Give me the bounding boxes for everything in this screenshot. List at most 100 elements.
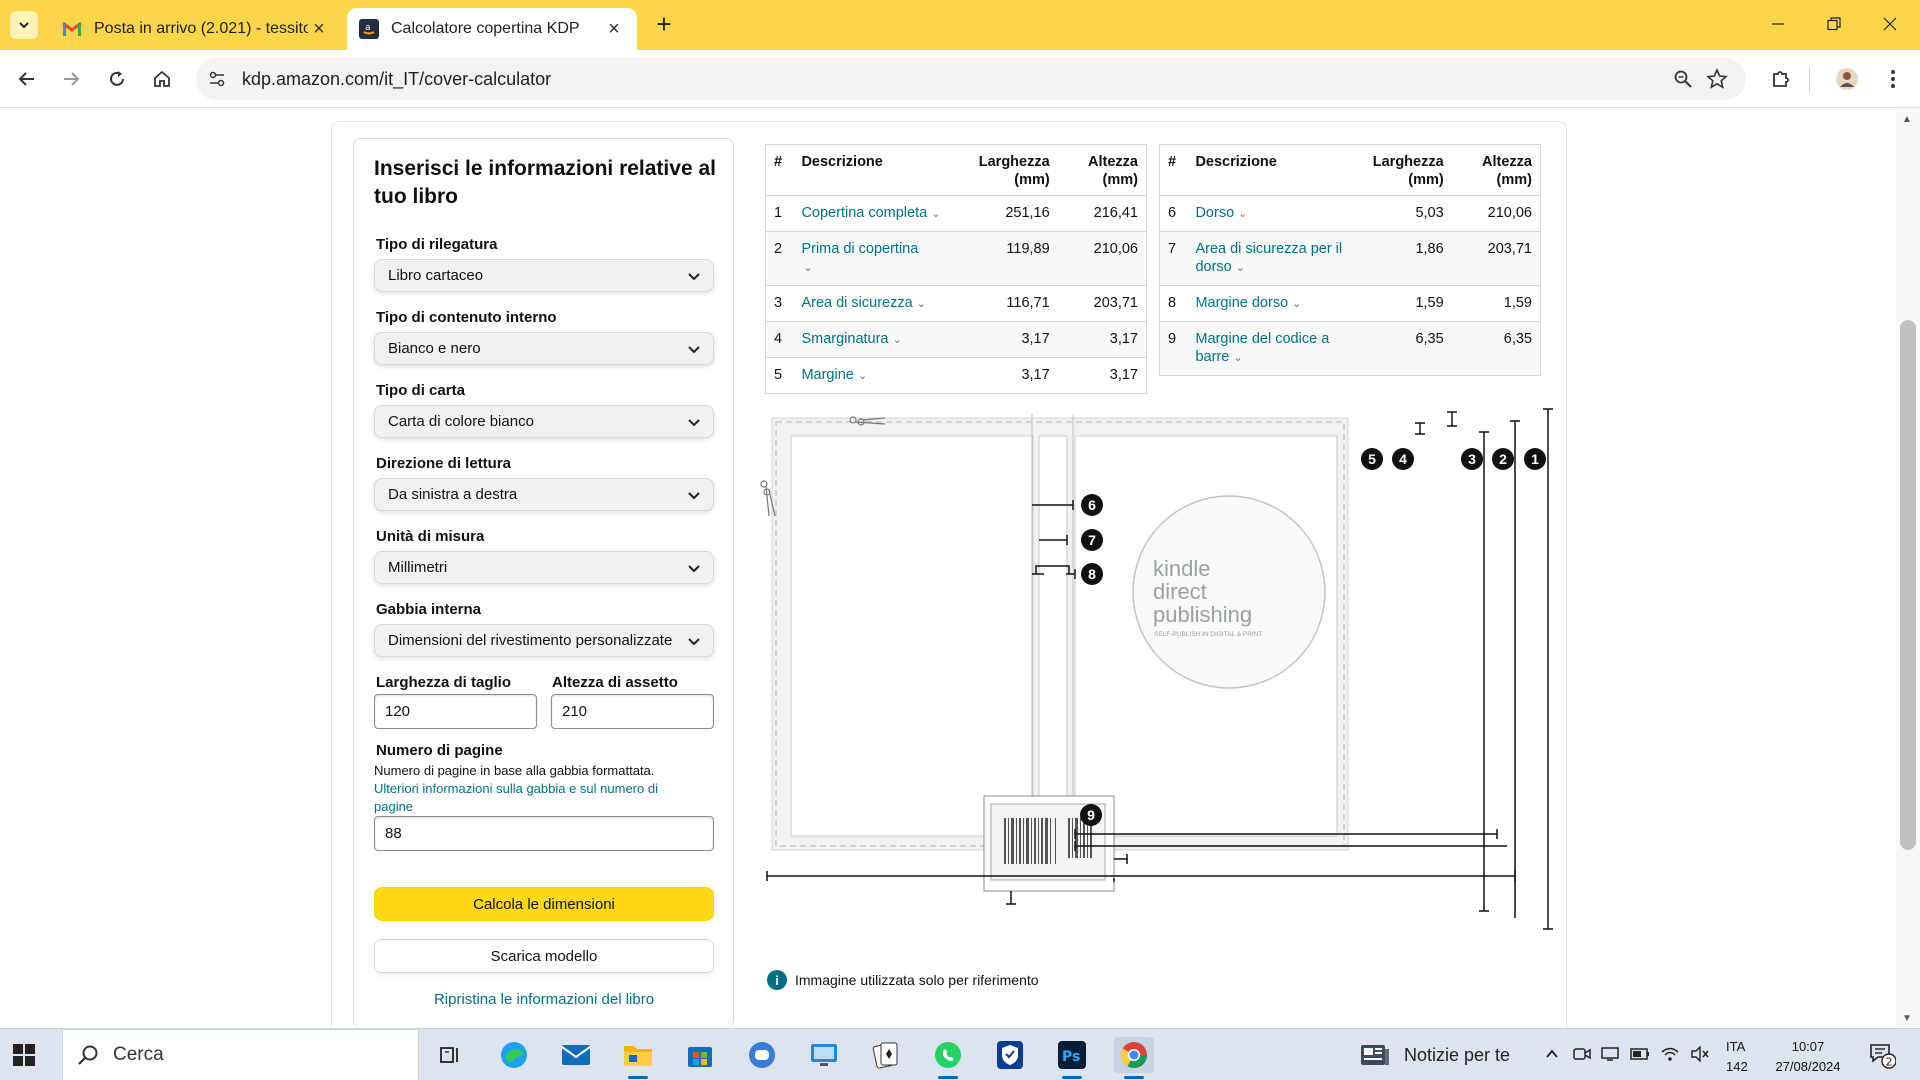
trim-height-label: Altezza di assetto [552, 674, 678, 691]
volume-tray-icon[interactable] [1690, 1044, 1710, 1064]
taskbar-remote-desktop[interactable] [804, 1037, 844, 1073]
row-width: 1,59 [1351, 285, 1452, 322]
restore-icon [1827, 17, 1841, 31]
profile-avatar[interactable] [1832, 64, 1862, 94]
chevron-down-icon: ⌄ [1233, 352, 1243, 364]
page-scrollbar[interactable]: ▲ ▼ [1896, 108, 1920, 1028]
scroll-down-icon[interactable]: ▼ [1902, 1013, 1912, 1024]
wifi-tray-icon[interactable] [1660, 1044, 1680, 1064]
taskbar-clock[interactable]: 10:07 27/08/2024 [1768, 1037, 1848, 1077]
binding-type-select[interactable]: Libro cartaceo [374, 259, 714, 292]
taskbar-mail[interactable] [556, 1037, 596, 1073]
measurement-unit-select[interactable]: Millimetri [374, 551, 714, 584]
extensions-button[interactable] [1766, 64, 1796, 94]
table-row: 8 Margine dorso ⌄ 1,59 1,59 [1159, 285, 1541, 322]
row-desc-link[interactable]: Margine ⌄ [793, 357, 963, 394]
calculate-dimensions-button[interactable]: Calcola le dimensioni [374, 887, 714, 921]
taskbar-file-explorer[interactable] [618, 1037, 658, 1079]
reset-book-info-link[interactable]: Ripristina le informazioni del libro [374, 991, 714, 1008]
zoom-icon[interactable] [1672, 68, 1694, 90]
bookmark-star-icon[interactable] [1704, 66, 1730, 92]
row-height: 210,06 [1057, 231, 1147, 286]
reading-direction-select[interactable]: Da sinistra a destra [374, 478, 714, 511]
url-text: kdp.amazon.com/it_IT/cover-calculator [242, 69, 552, 89]
row-num: 4 [765, 321, 794, 358]
taskbar-edge[interactable] [494, 1037, 534, 1073]
app-running-indicator [1124, 1076, 1144, 1079]
reference-note-text: Immagine utilizzata solo per riferimento [795, 972, 1039, 988]
taskbar-vpn[interactable] [990, 1037, 1030, 1073]
cover-diagram: kindle direct publishing SELF-PUBLISH IN… [760, 408, 1553, 930]
reload-button[interactable] [102, 64, 132, 94]
logo-direct: direct [1153, 579, 1207, 604]
chevron-down-icon [688, 419, 700, 427]
row-desc-link[interactable]: Dorso ⌄ [1187, 195, 1352, 232]
camera-tray-icon[interactable] [1572, 1044, 1592, 1064]
home-button[interactable] [147, 64, 177, 94]
input-language-indicator[interactable]: ITA 142 [1726, 1037, 1748, 1077]
row-desc-link[interactable]: Area di sicurezza per il dorso ⌄ [1187, 231, 1352, 286]
taskbar-whatsapp[interactable] [928, 1037, 968, 1079]
row-desc-text: Margine del codice a barre [1195, 331, 1330, 365]
select-value: Carta di colore bianco [388, 413, 534, 430]
row-height: 216,41 [1057, 195, 1147, 232]
taskbar-photoshop[interactable]: Ps [1052, 1037, 1092, 1079]
trim-width-input[interactable]: 120 [374, 694, 537, 729]
trim-width-label: Larghezza di taglio [376, 674, 512, 691]
notification-center-icon[interactable]: 2 [1868, 1041, 1896, 1069]
row-desc-link[interactable]: Margine del codice a barre ⌄ [1187, 321, 1352, 376]
marker-3: 3 [1468, 451, 1476, 467]
tab-kdp-calculator[interactable]: a Calcolatore copertina KDP × [347, 8, 637, 50]
address-bar[interactable]: kdp.amazon.com/it_IT/cover-calculator [196, 58, 1746, 100]
taskbar-search[interactable]: Cerca [62, 1029, 419, 1080]
back-button[interactable] [12, 64, 42, 94]
wifi-icon [1661, 1047, 1679, 1061]
row-desc-link[interactable]: Area di sicurezza ⌄ [793, 285, 963, 322]
chevron-down-icon: ⌄ [1235, 262, 1245, 274]
window-close-button[interactable] [1862, 0, 1918, 48]
taskbar-messaging[interactable] [742, 1037, 782, 1073]
select-value: Bianco e nero [388, 340, 481, 357]
marker-6: 6 [1088, 497, 1096, 513]
row-desc-text: Smarginatura [801, 331, 889, 347]
row-desc-link[interactable]: Prima di copertina ⌄ [793, 231, 963, 286]
whatsapp-icon [935, 1042, 961, 1068]
download-template-button[interactable]: Scarica modello [374, 939, 714, 973]
scroll-up-icon[interactable]: ▲ [1902, 114, 1912, 125]
row-desc-link[interactable]: Margine dorso ⌄ [1187, 285, 1352, 322]
site-info-icon[interactable] [206, 68, 228, 90]
minimize-button[interactable] [1750, 0, 1806, 48]
row-desc-link[interactable]: Smarginatura ⌄ [793, 321, 963, 358]
taskbar-chrome[interactable] [1114, 1037, 1154, 1079]
taskbar-store[interactable] [680, 1037, 720, 1073]
battery-tray-icon[interactable] [1630, 1044, 1650, 1064]
display-tray-icon[interactable] [1600, 1044, 1620, 1064]
task-view-button[interactable] [430, 1037, 470, 1073]
page-count-input[interactable]: 88 [374, 816, 714, 851]
row-desc-link[interactable]: Copertina completa ⌄ [793, 195, 963, 232]
forward-button[interactable] [56, 64, 86, 94]
folder-icon [624, 1046, 652, 1066]
taskbar-cards-game[interactable] [866, 1037, 906, 1073]
row-width: 3,17 [962, 321, 1058, 358]
new-tab-button[interactable]: + [650, 9, 678, 39]
tab-search-button[interactable] [10, 11, 38, 39]
tab-gmail[interactable]: Posta in arrivo (2.021) - tessitore × [50, 8, 342, 50]
book-info-form: Inserisci le informazioni relative al tu… [353, 138, 734, 1028]
page-count-info-link[interactable]: Ulteriori informazioni sulla gabbia e su… [374, 780, 694, 816]
news-widget[interactable]: Notizie per te [1360, 1039, 1510, 1071]
show-hidden-icons-button[interactable] [1542, 1044, 1562, 1064]
interior-type-select[interactable]: Bianco e nero [374, 332, 714, 365]
trim-size-select[interactable]: Dimensioni del rivestimento personalizza… [374, 624, 714, 657]
trim-height-input[interactable]: 210 [551, 694, 714, 729]
table-row: 4 Smarginatura ⌄ 3,17 3,17 [765, 321, 1147, 358]
close-icon[interactable]: × [308, 18, 330, 40]
restore-button[interactable] [1806, 0, 1862, 48]
table-header-row: # Descrizione Larghezza (mm) Altezza (mm… [1159, 144, 1541, 196]
browser-menu-button[interactable] [1878, 64, 1908, 94]
paper-type-select[interactable]: Carta di colore bianco [374, 405, 714, 438]
close-icon[interactable]: × [603, 18, 625, 40]
windows-start-icon[interactable] [12, 1043, 36, 1067]
language-code: ITA [1726, 1039, 1746, 1054]
scrollbar-thumb[interactable] [1900, 320, 1916, 850]
